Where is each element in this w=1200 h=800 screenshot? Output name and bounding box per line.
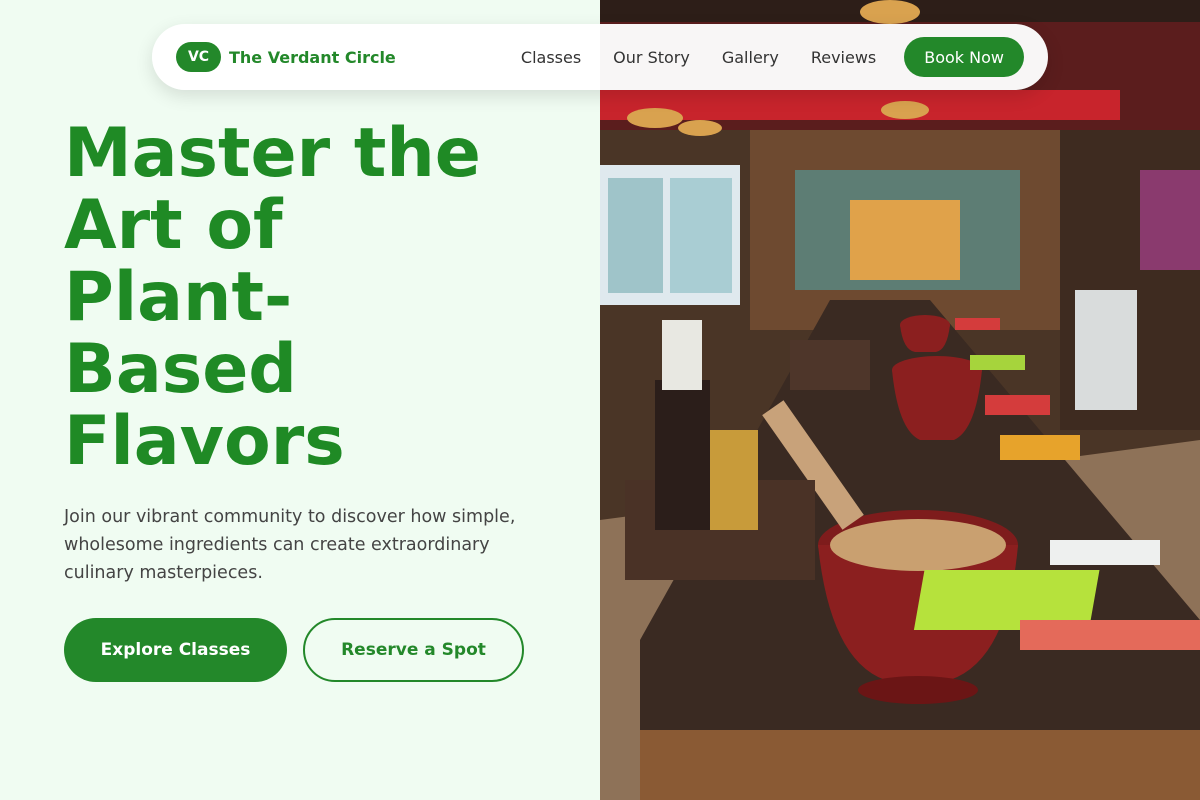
hero-title-line: Art of <box>64 186 283 265</box>
hero-title: Master the Art of Plant- Based Flavors <box>64 118 584 478</box>
logo-badge[interactable]: VC <box>176 42 221 72</box>
book-now-button[interactable]: Book Now <box>904 37 1024 77</box>
top-navbar: VC The Verdant Circle Classes Our Story … <box>152 24 1048 90</box>
nav-link-our-story[interactable]: Our Story <box>613 48 690 67</box>
hero-title-line: Plant- <box>64 258 293 337</box>
hero-title-line: Flavors <box>64 402 345 481</box>
nav-links: Classes Our Story Gallery Reviews Book N… <box>521 37 1024 77</box>
hero-photo <box>600 0 1200 800</box>
nav-link-gallery[interactable]: Gallery <box>722 48 779 67</box>
hero-subtitle: Join our vibrant community to discover h… <box>64 507 516 583</box>
reserve-spot-button[interactable]: Reserve a Spot <box>303 618 524 682</box>
explore-classes-button[interactable]: Explore Classes <box>64 618 287 682</box>
hero-title-line: Master the <box>64 114 481 193</box>
nav-link-classes[interactable]: Classes <box>521 48 581 67</box>
nav-link-reviews[interactable]: Reviews <box>811 48 876 67</box>
brand-name[interactable]: The Verdant Circle <box>229 48 396 67</box>
hero-title-line: Based <box>64 330 297 409</box>
